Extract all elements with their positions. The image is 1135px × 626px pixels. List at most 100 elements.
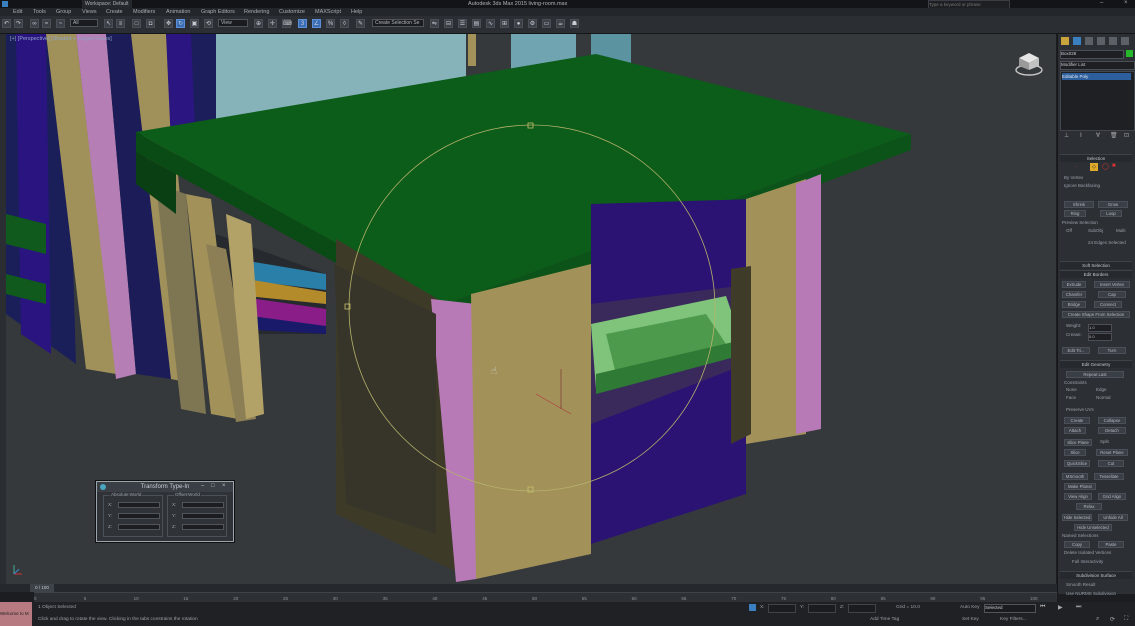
attach-button[interactable]: Attach: [1064, 427, 1086, 434]
viewport-label[interactable]: [+] [Perspective] [Shaded + Edged Faces]: [10, 36, 112, 42]
key-filters-button[interactable]: Key Filters...: [1000, 617, 1027, 622]
selection-filter-dropdown[interactable]: All: [70, 19, 98, 27]
modifier-list-dropdown[interactable]: Modifier List: [1060, 61, 1135, 70]
off-y-field[interactable]: [182, 513, 224, 519]
remove-modifier-icon[interactable]: 🗑: [1110, 132, 1118, 139]
stack-item-editable-poly[interactable]: Editable Poly: [1062, 73, 1131, 80]
menu-views[interactable]: Views: [82, 8, 97, 16]
move-icon[interactable]: ✥: [164, 19, 173, 28]
menu-maxscript[interactable]: MAXScript: [315, 8, 341, 16]
menu-graph-editors[interactable]: Graph Editors: [201, 8, 235, 16]
go-to-end-icon[interactable]: ⏭: [1076, 604, 1081, 611]
render-setup-icon[interactable]: ⚙: [528, 19, 537, 28]
add-time-tag-button[interactable]: Add Time Tag: [870, 617, 899, 622]
menu-tools[interactable]: Tools: [33, 8, 46, 16]
app-logo-icon[interactable]: [2, 1, 8, 7]
full-interactivity-checkbox[interactable]: Full Interactivity: [1072, 558, 1132, 566]
select-manipulate-icon[interactable]: ✛: [268, 19, 277, 28]
undo-icon[interactable]: ↶: [2, 19, 11, 28]
curve-editor-icon[interactable]: ∿: [486, 19, 495, 28]
rotate-icon[interactable]: ↻: [176, 19, 185, 28]
repeat-last-button[interactable]: Repeat Last: [1066, 371, 1124, 378]
configure-sets-icon[interactable]: ⊡: [1124, 132, 1129, 139]
menu-create[interactable]: Create: [106, 8, 123, 16]
smooth-result-checkbox[interactable]: Smooth Result: [1066, 581, 1126, 589]
display-tab-icon[interactable]: [1109, 37, 1117, 45]
constraint-none-radio[interactable]: None: [1066, 386, 1088, 394]
preview-subobj-radio[interactable]: SubObj: [1088, 227, 1108, 235]
pivot-center-icon[interactable]: ⊕: [254, 19, 263, 28]
selection-rollout-header[interactable]: Selection: [1060, 154, 1132, 162]
menu-edit[interactable]: Edit: [13, 8, 22, 16]
vertex-mode-icon[interactable]: ·: [1076, 164, 1083, 171]
link-icon[interactable]: ∞: [30, 19, 39, 28]
border-mode-icon[interactable]: ◯: [1102, 163, 1109, 170]
chamfer-button[interactable]: Chamfer: [1062, 291, 1086, 298]
shrink-button[interactable]: Shrink: [1064, 201, 1094, 208]
named-selection-dropdown[interactable]: Create Selection Se: [372, 19, 424, 27]
unlink-icon[interactable]: ≈: [42, 19, 51, 28]
window-crossing-icon[interactable]: ◘: [146, 19, 155, 28]
abs-x-field[interactable]: [118, 502, 160, 508]
graphite-ribbon-icon[interactable]: ▤: [472, 19, 481, 28]
cut-button[interactable]: Cut: [1098, 460, 1124, 467]
crease-spinner[interactable]: 0.0: [1088, 333, 1112, 341]
msmooth-button[interactable]: MSmooth: [1062, 473, 1088, 480]
subdivision-surface-rollout-header[interactable]: Subdivision Surface: [1060, 571, 1132, 579]
render-production-icon[interactable]: ☗: [570, 19, 579, 28]
select-by-name-icon[interactable]: ≡: [116, 19, 125, 28]
x-coord-field[interactable]: [768, 604, 796, 613]
preserve-uvs-checkbox[interactable]: Preserve UVs: [1066, 406, 1106, 414]
maximize-viewport-icon[interactable]: ⛶: [1124, 616, 1128, 623]
object-name-field[interactable]: Box028: [1060, 50, 1124, 59]
dialog-restore-icon[interactable]: □: [211, 483, 215, 489]
dialog-close-icon[interactable]: ×: [222, 483, 226, 489]
menu-customize[interactable]: Customize: [279, 8, 305, 16]
dialog-minimize-icon[interactable]: –: [201, 483, 204, 489]
create-tab-icon[interactable]: [1061, 37, 1069, 45]
viewcube-icon[interactable]: [1014, 48, 1044, 78]
make-unique-icon[interactable]: ∀: [1096, 132, 1100, 139]
place-icon[interactable]: ⟲: [204, 19, 213, 28]
snaps-toggle-icon[interactable]: 3: [298, 19, 307, 28]
menu-rendering[interactable]: Rendering: [244, 8, 269, 16]
loop-button[interactable]: Loop: [1100, 210, 1122, 217]
quickslice-button[interactable]: QuickSlice: [1064, 460, 1090, 467]
bind-space-warp-icon[interactable]: ~: [56, 19, 65, 28]
grow-button[interactable]: Grow: [1098, 201, 1128, 208]
tessellate-button[interactable]: Tessellate: [1094, 473, 1124, 480]
go-to-start-icon[interactable]: ⏮: [1040, 604, 1045, 611]
edit-named-selection-icon[interactable]: ✎: [356, 19, 365, 28]
modify-tab-icon[interactable]: [1073, 37, 1081, 45]
view-align-button[interactable]: View Align: [1064, 493, 1092, 500]
turn-button[interactable]: Turn: [1098, 347, 1126, 354]
copy-button[interactable]: Copy: [1064, 541, 1090, 548]
auto-key-button[interactable]: Auto Key: [960, 605, 979, 610]
menu-group[interactable]: Group: [56, 8, 71, 16]
ignore-backfacing-checkbox[interactable]: Ignore Backfacing: [1064, 182, 1135, 190]
play-icon[interactable]: ▶: [1058, 604, 1063, 611]
hierarchy-tab-icon[interactable]: [1085, 37, 1093, 45]
show-end-result-icon[interactable]: Ⅰ: [1080, 132, 1082, 139]
make-planar-button[interactable]: Make Planar: [1064, 483, 1096, 490]
abs-y-field[interactable]: [118, 513, 160, 519]
soft-selection-rollout-header[interactable]: Soft Selection: [1060, 261, 1132, 269]
polygon-mode-icon[interactable]: ■: [1112, 163, 1116, 169]
hide-unselected-button[interactable]: Hide Unselected: [1074, 524, 1112, 531]
preview-off-radio[interactable]: Off: [1066, 227, 1086, 235]
use-nurms-checkbox[interactable]: Use NURMS Subdivision: [1066, 590, 1132, 598]
delete-isolated-checkbox[interactable]: Delete Isolated Vertices: [1064, 549, 1134, 557]
ring-button[interactable]: Ring: [1064, 210, 1086, 217]
slice-plane-button[interactable]: Slice Plane: [1064, 439, 1092, 446]
connect-button[interactable]: Connect: [1094, 301, 1122, 308]
pin-stack-icon[interactable]: ⊥: [1064, 132, 1069, 139]
menu-animation[interactable]: Animation: [166, 8, 190, 16]
close-icon[interactable]: ×: [1124, 0, 1128, 7]
key-mode-dropdown[interactable]: Selected: [984, 604, 1036, 613]
detach-button[interactable]: Detach: [1098, 427, 1126, 434]
grid-align-button[interactable]: Grid Align: [1098, 493, 1126, 500]
edit-borders-rollout-header[interactable]: Edit Borders: [1060, 270, 1132, 278]
hide-selected-button[interactable]: Hide Selected: [1062, 514, 1092, 521]
extrude-button[interactable]: Extrude: [1062, 281, 1086, 288]
rectangular-selection-icon[interactable]: □: [132, 19, 141, 28]
